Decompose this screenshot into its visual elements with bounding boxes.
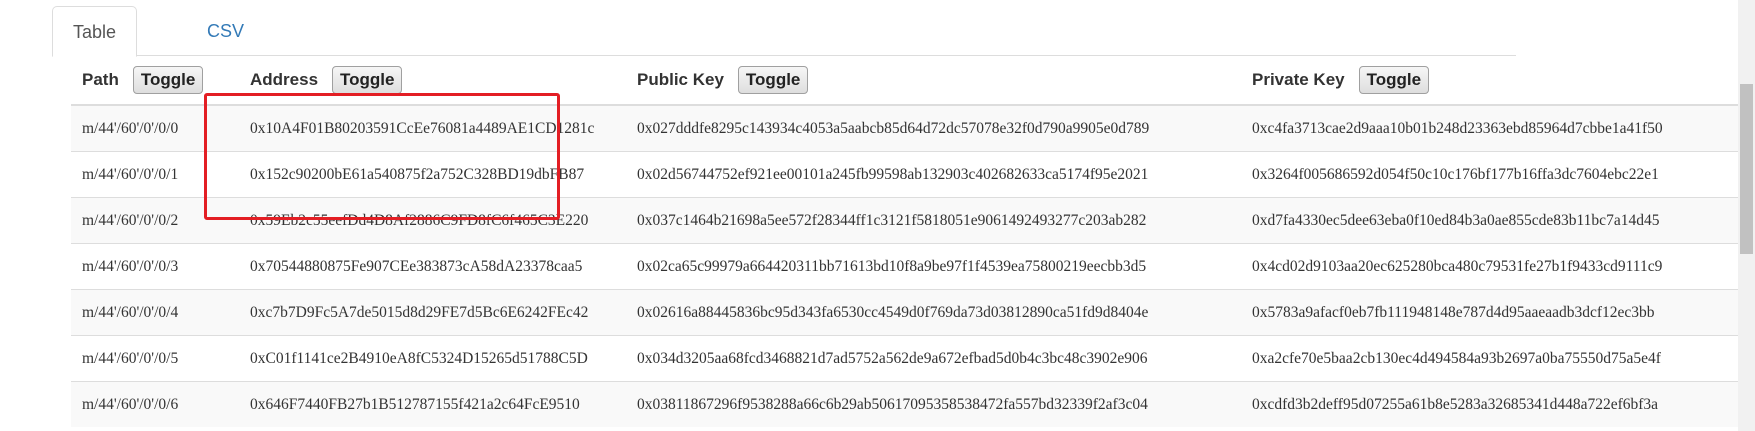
- scrollbar-thumb[interactable]: [1740, 84, 1753, 254]
- toggle-public-key-button[interactable]: Toggle: [737, 66, 809, 94]
- column-header-path: Path Toggle: [71, 56, 239, 106]
- cell-public-key: 0x034d3205aa68fcd3468821d7ad5752a562de9a…: [626, 335, 1241, 382]
- cell-public-key: 0x027dddfe8295c143934c4053a5aabcb85d64d7…: [626, 104, 1241, 152]
- tab-bar: Table CSV: [52, 0, 1516, 57]
- column-label-private-key: Private Key: [1252, 70, 1345, 89]
- cell-private-key: 0x5783a9afacf0eb7fb111948148e787d4d95aae…: [1241, 289, 1755, 336]
- cell-private-key: 0x4cd02d9103aa20ec625280bca480c79531fe27…: [1241, 243, 1755, 290]
- cell-public-key: 0x02616a88445836bc95d343fa6530cc4549d0f7…: [626, 289, 1241, 336]
- cell-public-key: 0x037c1464b21698a5ee572f28344ff1c3121f58…: [626, 197, 1241, 244]
- cell-public-key: 0x02ca65c99979a664420311bb71613bd10f8a9b…: [626, 243, 1241, 290]
- cell-private-key: 0x3264f005686592d054f50c10c176bf177b16ff…: [1241, 151, 1755, 198]
- cell-private-key: 0xd7fa4330ec5dee63eba0f10ed84b3a0ae855cd…: [1241, 197, 1755, 244]
- column-header-public-key: Public Key Toggle: [626, 56, 1241, 106]
- cell-private-key: 0xcdfd3b2deff95d07255a61b8e5283a32685341…: [1241, 381, 1755, 427]
- table-row: m/44'/60'/0'/0/1 0x152c90200bE61a540875f…: [71, 151, 1755, 198]
- cell-address: 0x646F7440FB27b1B512787155f421a2c64FcE95…: [239, 381, 626, 427]
- derived-addresses-table-container: Path Toggle Address Toggle Public Key Toggl…: [71, 56, 1755, 431]
- cell-path: m/44'/60'/0'/0/2: [71, 197, 239, 244]
- column-label-public-key: Public Key: [637, 70, 724, 89]
- cell-path: m/44'/60'/0'/0/0: [71, 104, 239, 152]
- cell-path: m/44'/60'/0'/0/5: [71, 335, 239, 382]
- cell-private-key: 0xa2cfe70e5baa2cb130ec4d494584a93b2697a0…: [1241, 335, 1755, 382]
- column-label-address: Address: [250, 70, 319, 89]
- cell-address: 0x59Eb2c55eefDd4D8Af2886C9FD8fC6f465C3E2…: [239, 197, 626, 244]
- cell-public-key: 0x03811867296f9538288a66c6b29ab506170953…: [626, 381, 1241, 427]
- table-row: m/44'/60'/0'/0/4 0xc7b7D9Fc5A7de5015d8d2…: [71, 289, 1755, 336]
- cell-address: 0xC01f1141ce2B4910eA8fC5324D15265d51788C…: [239, 335, 626, 382]
- cell-address: 0x70544880875Fe907CEe383873cA58dA23378ca…: [239, 243, 626, 290]
- cell-path: m/44'/60'/0'/0/1: [71, 151, 239, 198]
- column-header-address: Address Toggle: [239, 56, 626, 106]
- table-row: m/44'/60'/0'/0/0 0x10A4F01B80203591CcEe7…: [71, 104, 1755, 152]
- cell-private-key: 0xc4fa3713cae2d9aaa10b01b248d23363ebd859…: [1241, 104, 1755, 152]
- table-row: m/44'/60'/0'/0/6 0x646F7440FB27b1B512787…: [71, 381, 1755, 427]
- vertical-scrollbar[interactable]: [1738, 0, 1755, 431]
- column-label-path: Path: [82, 70, 119, 89]
- table-row: m/44'/60'/0'/0/3 0x70544880875Fe907CEe38…: [71, 243, 1755, 290]
- cell-path: m/44'/60'/0'/0/4: [71, 289, 239, 336]
- table-row: m/44'/60'/0'/0/5 0xC01f1141ce2B4910eA8fC…: [71, 335, 1755, 382]
- table-header-row: Path Toggle Address Toggle Public Key Toggl…: [71, 56, 1755, 106]
- cell-public-key: 0x02d56744752ef921ee00101a245fb99598ab13…: [626, 151, 1241, 198]
- toggle-address-button[interactable]: Toggle: [332, 66, 403, 94]
- cell-address: 0x10A4F01B80203591CcEe76081a4489AE1CD128…: [239, 104, 626, 152]
- tab-csv[interactable]: CSV: [187, 6, 264, 57]
- cell-path: m/44'/60'/0'/0/3: [71, 243, 239, 290]
- cell-address: 0xc7b7D9Fc5A7de5015d8d29FE7d5Bc6E6242FEc…: [239, 289, 626, 336]
- cell-address: 0x152c90200bE61a540875f2a752C328BD19dbFB…: [239, 151, 626, 198]
- column-header-private-key: Private Key Toggle: [1241, 56, 1755, 106]
- table-row: m/44'/60'/0'/0/2 0x59Eb2c55eefDd4D8Af288…: [71, 197, 1755, 244]
- tab-table[interactable]: Table: [52, 6, 138, 57]
- toggle-path-button[interactable]: Toggle: [132, 66, 204, 94]
- toggle-private-key-button[interactable]: Toggle: [1358, 66, 1430, 94]
- cell-path: m/44'/60'/0'/0/6: [71, 381, 239, 427]
- derived-addresses-table: Path Toggle Address Toggle Public Key Toggl…: [71, 56, 1755, 427]
